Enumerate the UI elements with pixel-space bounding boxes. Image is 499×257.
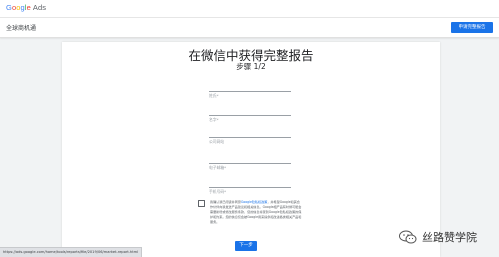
top-bar: Google Ads bbox=[0, 0, 499, 18]
request-report-button[interactable]: 申请完整报告 bbox=[451, 22, 493, 33]
email-field[interactable] bbox=[209, 154, 291, 172]
last-name-input[interactable] bbox=[209, 91, 291, 100]
step-indicator: 步骤 1/2 bbox=[236, 62, 266, 71]
page-section-title: 全球商机通 bbox=[6, 25, 37, 32]
consent-text: 我确认我已阅读并同意Google隐私权政策，并希望Google和其合作伙伴向我发… bbox=[210, 200, 302, 224]
phone-field[interactable] bbox=[209, 178, 291, 196]
phone-input[interactable] bbox=[209, 187, 291, 196]
status-bar-url: https://ads.google.com/home/tools/report… bbox=[0, 247, 143, 257]
company-website-input[interactable] bbox=[209, 137, 291, 146]
consent-checkbox[interactable] bbox=[198, 200, 205, 207]
last-name-field[interactable] bbox=[209, 82, 291, 100]
next-button[interactable]: 下一步 bbox=[235, 241, 257, 251]
company-website-field[interactable] bbox=[209, 128, 291, 146]
first-name-input[interactable] bbox=[209, 115, 291, 124]
privacy-policy-link[interactable]: Google隐私权政策 bbox=[241, 200, 267, 204]
form-card: 在微信中获得完整报告 步骤 1/2 我确认我已阅读并同意Google隐私权政策，… bbox=[62, 42, 440, 257]
wechat-icon bbox=[399, 230, 417, 244]
first-name-field[interactable] bbox=[209, 106, 291, 124]
email-input[interactable] bbox=[209, 163, 291, 172]
google-ads-logo[interactable]: Google Ads bbox=[6, 3, 46, 12]
watermark-text: 丝路赞学院 bbox=[422, 231, 477, 244]
sub-header: 全球商机通 申请完整报告 bbox=[0, 18, 499, 38]
